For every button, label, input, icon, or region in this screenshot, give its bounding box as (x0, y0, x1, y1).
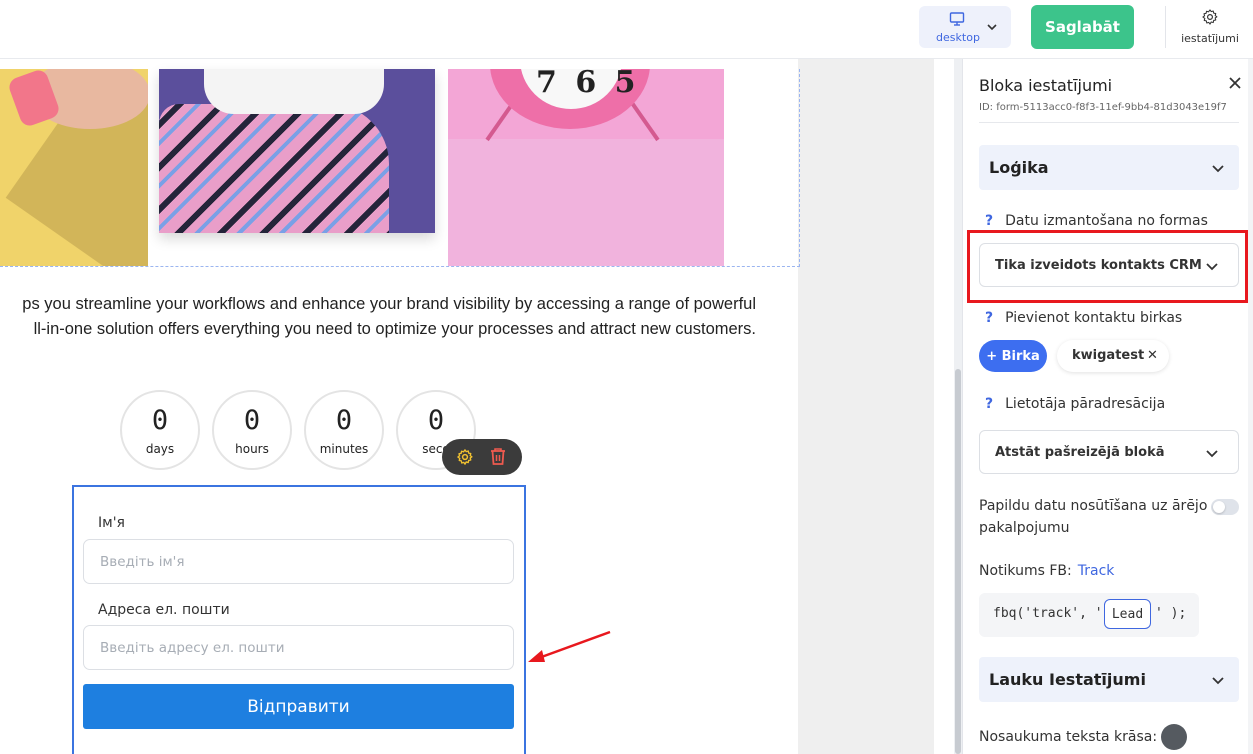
fb-event-input[interactable] (1104, 599, 1151, 629)
block-settings-panel: Bloka iestatījumi ID: form-5113acc0-f8f3… (962, 59, 1253, 754)
gallery-image-purple (159, 69, 435, 233)
tag-name: kwigatest (1072, 348, 1145, 363)
external-service-toggle[interactable] (1211, 499, 1239, 515)
top-bar: desktop Saglabāt iestatījumi (0, 0, 1253, 59)
settings-button[interactable]: iestatījumi (1176, 6, 1244, 50)
title-color-swatch[interactable] (1161, 724, 1187, 750)
help-icon[interactable]: ? (985, 213, 993, 229)
submit-button[interactable]: Відправити (83, 684, 514, 729)
select-value: Atstāt pašreizējā blokā (995, 445, 1165, 460)
section-title: Loģika (989, 158, 1049, 177)
countdown-minutes: 0 minutes (304, 390, 384, 470)
gear-icon (1202, 9, 1218, 25)
countdown-label: days (145, 442, 175, 456)
chevron-down-icon (1206, 263, 1218, 271)
chevron-down-icon (987, 24, 997, 31)
countdown-hours: 0 hours (212, 390, 292, 470)
help-icon[interactable]: ? (985, 396, 993, 412)
data-usage-select[interactable]: Tika izveidots kontakts CRM (979, 243, 1239, 287)
fb-code-snippet: fbq('track', ' ' ); (979, 593, 1199, 637)
settings-label: iestatījumi (1181, 32, 1239, 45)
canvas-scrollbar[interactable] (954, 59, 962, 754)
block-toolbar (442, 439, 522, 475)
device-selector[interactable]: desktop (919, 6, 1011, 48)
countdown-value: 0 (243, 405, 261, 436)
divider (1165, 6, 1166, 48)
scrollbar-thumb[interactable] (955, 369, 961, 754)
save-button[interactable]: Saglabāt (1031, 5, 1134, 49)
add-tag-button[interactable]: + Birka (979, 340, 1047, 372)
external-service-label: Papildu datu nosūtīšana uz ārējo pakalpo… (979, 498, 1208, 536)
paragraph-line: ll-in-one solution offers everything you… (33, 320, 756, 338)
select-value: Tika izveidots kontakts CRM (995, 258, 1202, 273)
tags-label: ? Pievienot kontaktu birkas (985, 310, 1183, 326)
gallery-image-yellow (0, 69, 148, 266)
redirect-select[interactable]: Atstāt pašreizējā blokā (979, 430, 1239, 474)
panel-title: Bloka iestatījumi (979, 76, 1113, 95)
countdown-value: 0 (427, 405, 445, 436)
canvas-margin (798, 59, 934, 754)
email-input[interactable] (83, 625, 514, 670)
help-icon[interactable]: ? (985, 310, 993, 326)
trash-icon[interactable] (489, 447, 507, 466)
countdown-label: hours (235, 442, 269, 456)
divider (979, 122, 1239, 123)
monitor-icon (949, 12, 965, 26)
remove-tag-icon[interactable]: ✕ (1147, 347, 1158, 363)
block-id: ID: form-5113acc0-f8f3-11ef-9bb4-81d3043… (979, 102, 1227, 113)
form-block[interactable]: Ім'я Адреса ел. пошти Відправити (72, 485, 526, 754)
fields-section-header[interactable]: Lauku Iestatījumi (979, 657, 1239, 702)
chevron-down-icon (1212, 677, 1224, 685)
countdown-value: 0 (151, 405, 169, 436)
name-input[interactable] (83, 539, 514, 584)
name-label: Ім'я (98, 515, 125, 531)
chevron-down-icon (1212, 165, 1224, 173)
fb-track-link[interactable]: Track (1078, 563, 1115, 579)
gallery-image-pink: 7 6 5 (448, 69, 724, 266)
fb-event-row: Notikums FB: Track (979, 563, 1115, 579)
redirect-label: ? Lietotāja pāradresācija (985, 396, 1166, 412)
chevron-down-icon (1206, 450, 1218, 458)
countdown-days: 0 days (120, 390, 200, 470)
red-arrow-annotation (528, 630, 611, 662)
title-color-label: Nosaukuma teksta krāsa: (979, 729, 1158, 745)
gear-icon[interactable] (456, 448, 474, 466)
panel-scrollbar[interactable] (1248, 59, 1253, 754)
countdown-label: minutes (319, 442, 369, 456)
close-icon[interactable] (1227, 75, 1243, 91)
logic-section-header[interactable]: Loģika (979, 145, 1239, 190)
email-label: Адреса ел. пошти (98, 602, 230, 618)
image-gallery-block[interactable]: 7 6 5 (0, 69, 800, 267)
section-title: Lauku Iestatījumi (989, 670, 1146, 689)
editor-canvas: 7 6 5 ps you streamline your workflows a… (0, 59, 934, 754)
clock-digits: 7 6 5 (536, 69, 640, 100)
data-usage-label: ? Datu izmantošana no formas (985, 213, 1208, 229)
countdown-value: 0 (335, 405, 353, 436)
tag-chip: kwigatest ✕ (1057, 340, 1169, 372)
